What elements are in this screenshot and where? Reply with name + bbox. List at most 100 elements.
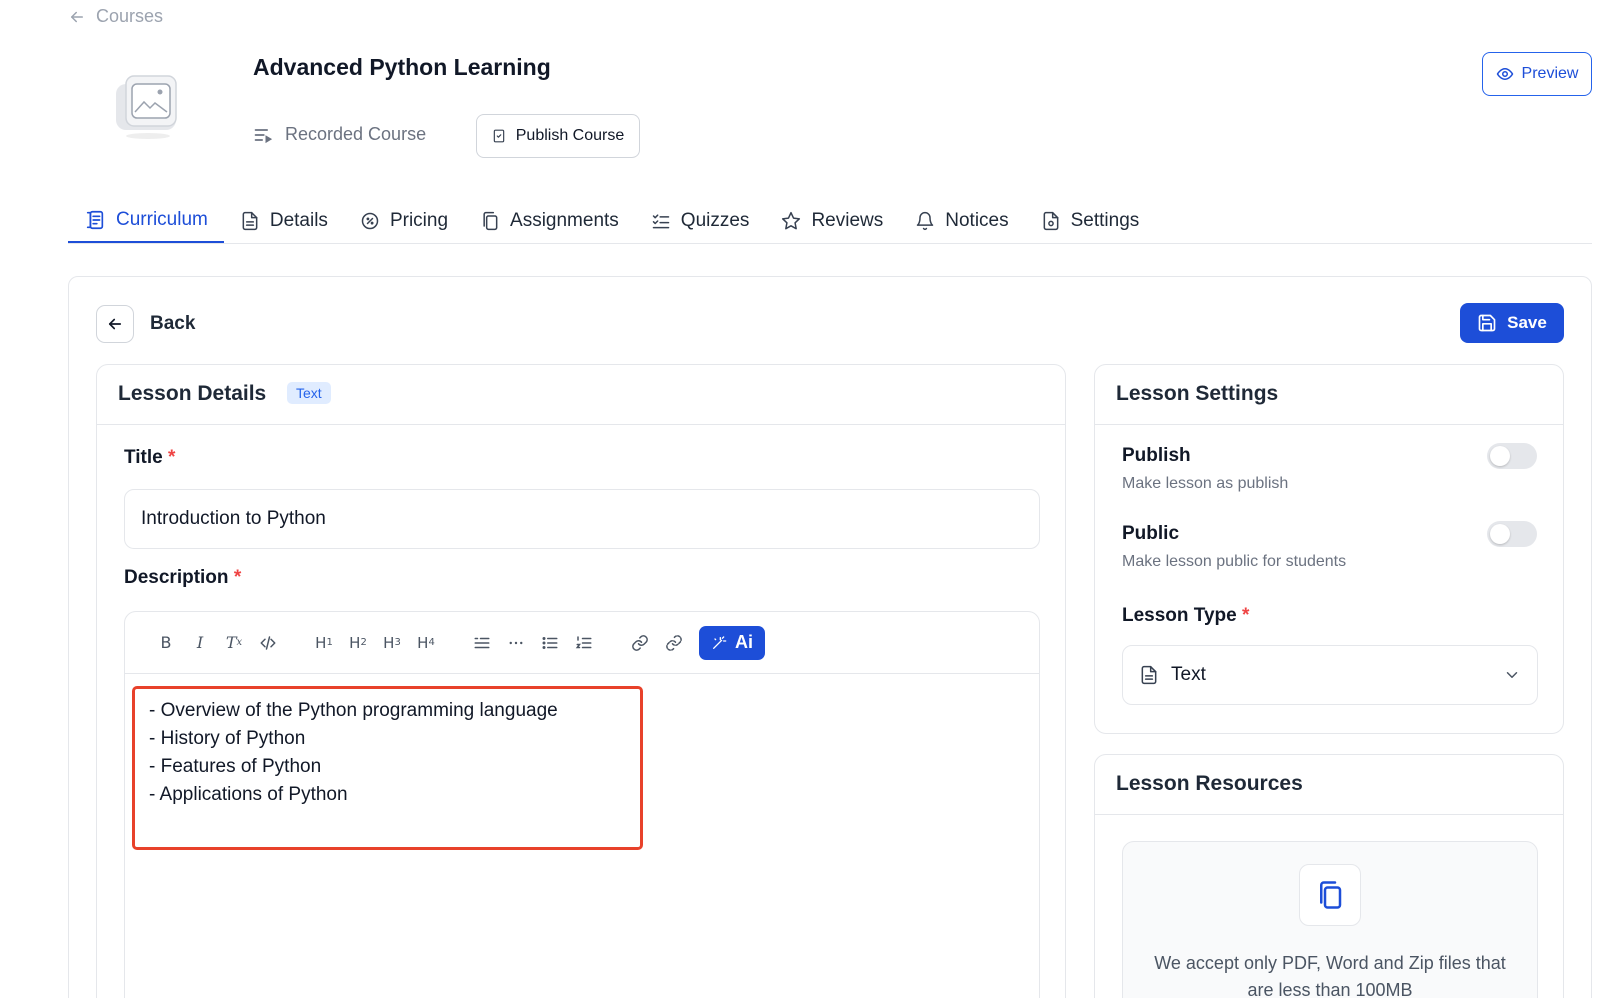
heading-3-icon[interactable]: H3 [375, 626, 409, 660]
tab-label: Notices [945, 209, 1009, 231]
lesson-type-value: Text [1171, 664, 1206, 685]
back-button[interactable]: Back [96, 305, 195, 343]
save-label: Save [1507, 313, 1547, 332]
document-icon [240, 211, 260, 231]
tab-settings[interactable]: Settings [1025, 198, 1156, 243]
tab-curriculum[interactable]: Curriculum [68, 198, 224, 243]
lesson-details-card: Lesson Details Text Title * Description … [96, 364, 1066, 998]
code-icon[interactable] [251, 626, 285, 660]
preview-label: Preview [1521, 65, 1579, 82]
description-editor[interactable]: B I Tx H1 H2 H3 H4 Ai - Overview of the … [124, 611, 1040, 998]
description-label-text: Description [124, 567, 229, 588]
heading-1-icon[interactable]: H1 [307, 626, 341, 660]
tab-details[interactable]: Details [224, 198, 344, 243]
course-title: Advanced Python Learning [253, 54, 551, 80]
lesson-type-select[interactable]: Text [1122, 645, 1538, 705]
italic-icon[interactable]: I [183, 626, 217, 660]
public-desc: Make lesson public for students [1122, 553, 1347, 570]
lesson-resources-card: Lesson Resources We accept only PDF, Wor… [1094, 754, 1564, 998]
tab-notices[interactable]: Notices [899, 198, 1024, 243]
lesson-settings-card: Lesson Settings Publish Make lesson as p… [1094, 364, 1564, 734]
course-tabs: Curriculum Details Pricing Assignments Q… [68, 198, 1592, 244]
description-field-label: Description * [124, 567, 241, 589]
tab-reviews[interactable]: Reviews [765, 198, 899, 243]
lesson-settings-header: Lesson Settings [1095, 365, 1563, 425]
publish-desc: Make lesson as publish [1122, 475, 1289, 492]
magic-wand-icon [711, 635, 727, 651]
back-arrow-icon [96, 305, 134, 343]
tab-assignments[interactable]: Assignments [464, 198, 635, 243]
unlink-icon[interactable] [657, 626, 691, 660]
chevron-down-icon [1503, 666, 1521, 684]
lesson-type-label: Lesson Type * [1122, 605, 1249, 627]
lesson-type-label-text: Lesson Type [1122, 605, 1237, 626]
lesson-details-title: Lesson Details [118, 382, 267, 405]
content-line: - Applications of Python [149, 784, 348, 805]
bell-icon [915, 211, 935, 231]
content-line: - Features of Python [149, 756, 322, 777]
lesson-settings-title: Lesson Settings [1116, 382, 1279, 405]
bullet-list-icon[interactable] [533, 626, 567, 660]
bold-icon[interactable]: B [149, 626, 183, 660]
publish-doc-icon [492, 128, 506, 144]
heading-4-icon[interactable]: H4 [409, 626, 443, 660]
curriculum-icon [84, 209, 106, 231]
lesson-resources-title: Lesson Resources [1116, 772, 1303, 795]
upload-copy-icon [1299, 864, 1361, 926]
content-line: - Overview of the Python programming lan… [149, 700, 558, 721]
recorded-list-icon [253, 125, 273, 145]
course-thumbnail [110, 70, 186, 142]
document-icon [1139, 665, 1159, 685]
badge-percent-icon [360, 211, 380, 231]
required-mark: * [168, 447, 176, 468]
lesson-details-header: Lesson Details Text [97, 365, 1065, 425]
arrow-left-icon [68, 8, 86, 26]
editor-content-highlighted[interactable]: - Overview of the Python programming lan… [132, 686, 643, 850]
tab-label: Pricing [389, 209, 449, 231]
upload-instructions: We accept only PDF, Word and Zip files t… [1154, 953, 1506, 998]
publish-course-label: Publish Course [515, 127, 625, 144]
save-button[interactable]: Save [1460, 303, 1564, 343]
tab-label: Quizzes [680, 209, 750, 231]
breadcrumb[interactable]: Courses [68, 6, 163, 27]
tab-pricing[interactable]: Pricing [344, 198, 464, 243]
lesson-type-badge: Text [287, 382, 331, 404]
file-upload-dropzone[interactable]: We accept only PDF, Word and Zip files t… [1122, 841, 1538, 998]
title-field-label: Title * [124, 447, 175, 469]
publish-toggle[interactable] [1487, 443, 1537, 469]
save-icon [1477, 313, 1497, 333]
blockquote-icon[interactable] [465, 626, 499, 660]
content-line: - History of Python [149, 728, 306, 749]
link-icon[interactable] [623, 626, 657, 660]
checklist-icon [651, 211, 671, 231]
title-input[interactable] [124, 489, 1040, 549]
ai-label: Ai [735, 632, 753, 652]
preview-button[interactable]: Preview [1482, 52, 1592, 96]
public-title: Public [1122, 523, 1180, 544]
tab-label: Assignments [510, 209, 619, 231]
tab-label: Curriculum [116, 208, 208, 230]
file-settings-icon [1041, 211, 1061, 231]
required-mark: * [233, 567, 242, 588]
breadcrumb-label: Courses [96, 6, 164, 26]
public-toggle[interactable] [1487, 521, 1537, 547]
title-label-text: Title [124, 447, 163, 468]
publish-title: Publish [1122, 445, 1191, 466]
tab-label: Settings [1070, 209, 1140, 231]
required-mark: * [1242, 605, 1250, 626]
heading-2-icon[interactable]: H2 [341, 626, 375, 660]
copy-icon [480, 211, 500, 231]
ai-assist-button[interactable]: Ai [699, 625, 765, 660]
horizontal-rule-icon[interactable] [499, 626, 533, 660]
eye-icon [1496, 65, 1514, 83]
publish-course-button[interactable]: Publish Course [476, 114, 640, 158]
tab-label: Details [269, 209, 328, 231]
lesson-resources-header: Lesson Resources [1095, 755, 1563, 815]
back-label: Back [150, 313, 196, 334]
tab-quizzes[interactable]: Quizzes [635, 198, 766, 243]
tab-label: Reviews [811, 209, 884, 231]
editor-toolbar: B I Tx H1 H2 H3 H4 Ai [125, 612, 1039, 674]
ordered-list-icon[interactable] [567, 626, 601, 660]
star-icon [781, 211, 801, 231]
clear-format-icon[interactable]: Tx [217, 626, 251, 660]
